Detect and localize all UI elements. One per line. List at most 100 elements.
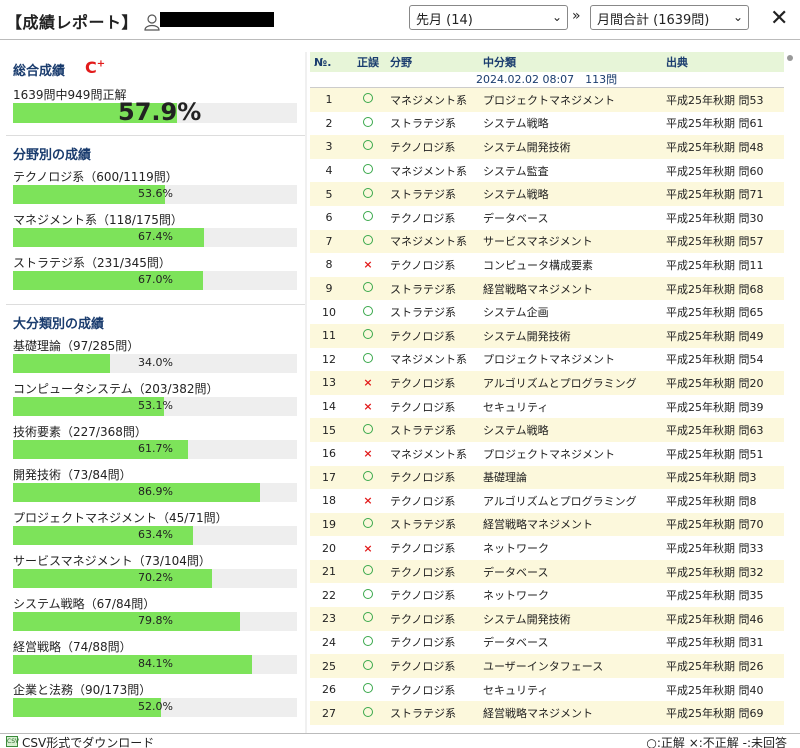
table-row[interactable]: 5 ストラテジ系 システム戦略 平成25年秋期 問71 bbox=[310, 182, 784, 206]
table-row[interactable]: 21 テクノロジ系 データベース 平成25年秋期 問32 bbox=[310, 559, 784, 584]
stat-label: テクノロジ系（600/1119問） bbox=[13, 170, 178, 184]
cell-field: テクノロジ系 bbox=[390, 258, 456, 272]
table-row[interactable]: 18 × テクノロジ系 アルゴリズムとプログラミング 平成25年秋期 問8 bbox=[310, 489, 784, 513]
cell-correct: × bbox=[348, 447, 388, 460]
csv-download-link[interactable]: CSV形式でダウンロード bbox=[22, 734, 154, 748]
stat-progress-bar: 67.0% bbox=[13, 271, 297, 290]
table-row[interactable]: 27 ストラテジ系 経営戦略マネジメント 平成25年秋期 問69 bbox=[310, 701, 784, 726]
correct-circle-icon bbox=[363, 659, 373, 670]
table-row[interactable]: 13 × テクノロジ系 アルゴリズムとプログラミング 平成25年秋期 問20 bbox=[310, 371, 784, 395]
cell-source: 平成25年秋期 問70 bbox=[666, 518, 764, 532]
cell-subcategory: サービスマネジメント bbox=[483, 235, 593, 249]
scrollbar-thumb[interactable] bbox=[787, 55, 793, 61]
table-row[interactable]: 17 テクノロジ系 基礎理論 平成25年秋期 問3 bbox=[310, 465, 784, 490]
cell-no: 16 bbox=[322, 447, 336, 461]
cell-subcategory: ネットワーク bbox=[483, 589, 549, 603]
cell-field: テクノロジ系 bbox=[390, 329, 456, 343]
stat-progress-bar: 53.6% bbox=[13, 185, 297, 204]
cell-source: 平成25年秋期 問54 bbox=[666, 353, 764, 367]
major-stat: サービスマネジメント（73/104問） 70.2% bbox=[13, 552, 297, 588]
stat-label: 技術要素（227/368問） bbox=[13, 425, 147, 439]
cell-source: 平成25年秋期 問49 bbox=[666, 329, 764, 343]
table-row[interactable]: 4 マネジメント系 システム監査 平成25年秋期 問60 bbox=[310, 159, 784, 183]
table-row[interactable]: 7 マネジメント系 サービスマネジメント 平成25年秋期 問57 bbox=[310, 229, 784, 254]
stat-progress-fill bbox=[13, 569, 213, 588]
table-row[interactable]: 1 マネジメント系 プロジェクトマネジメント 平成25年秋期 問53 bbox=[310, 88, 784, 112]
stat-percentage: 70.2% bbox=[138, 571, 173, 584]
cell-source: 平成25年秋期 問8 bbox=[666, 494, 757, 508]
table-row[interactable]: 14 × テクノロジ系 セキュリティ 平成25年秋期 問39 bbox=[310, 395, 784, 419]
correct-circle-icon bbox=[363, 164, 373, 175]
cell-no: 7 bbox=[325, 234, 333, 248]
cell-field: ストラテジ系 bbox=[390, 188, 456, 202]
cell-source: 平成25年秋期 問65 bbox=[666, 306, 764, 320]
cell-subcategory: セキュリティ bbox=[483, 683, 549, 697]
stat-progress-fill bbox=[13, 271, 204, 290]
cell-field: テクノロジ系 bbox=[390, 612, 456, 626]
table-row[interactable]: 8 × テクノロジ系 コンピュータ構成要素 平成25年秋期 問11 bbox=[310, 253, 784, 277]
results-table: №. 正誤 分野 中分類 出典 2024.02.02 08:07 113問 1 マ… bbox=[310, 52, 784, 732]
cell-subcategory: システム開発技術 bbox=[483, 612, 571, 626]
cell-subcategory: システム企画 bbox=[483, 306, 549, 320]
correct-circle-icon bbox=[363, 517, 373, 528]
divider bbox=[6, 304, 305, 305]
csv-file-icon[interactable]: CSV bbox=[6, 736, 19, 747]
aggregate-select[interactable]: 月間合計 (1639問) ⌄ bbox=[590, 5, 749, 30]
table-row[interactable]: 19 ストラテジ系 経営戦略マネジメント 平成25年秋期 問70 bbox=[310, 512, 784, 537]
correct-circle-icon bbox=[363, 423, 373, 434]
cell-field: テクノロジ系 bbox=[390, 542, 456, 556]
cell-no: 18 bbox=[322, 494, 336, 508]
cell-field: ストラテジ系 bbox=[390, 282, 456, 296]
table-row[interactable]: 6 テクノロジ系 データベース 平成25年秋期 問30 bbox=[310, 206, 784, 230]
stat-progress-bar: 61.7% bbox=[13, 440, 297, 459]
cell-field: テクノロジ系 bbox=[390, 471, 456, 485]
cell-no: 4 bbox=[325, 164, 333, 178]
table-row[interactable]: 24 テクノロジ系 データベース 平成25年秋期 問31 bbox=[310, 631, 784, 655]
cell-field: ストラテジ系 bbox=[390, 518, 456, 532]
table-row[interactable]: 20 × テクノロジ系 ネットワーク 平成25年秋期 問33 bbox=[310, 536, 784, 560]
table-row[interactable]: 3 テクノロジ系 システム開発技術 平成25年秋期 問48 bbox=[310, 135, 784, 159]
cell-field: テクノロジ系 bbox=[390, 400, 456, 414]
table-row[interactable]: 25 テクノロジ系 ユーザーインタフェース 平成25年秋期 問26 bbox=[310, 654, 784, 678]
chevron-down-icon: ⌄ bbox=[732, 10, 743, 24]
close-icon[interactable]: ✕ bbox=[770, 6, 788, 31]
cell-correct bbox=[348, 423, 388, 437]
stats-panel: 総合成績 C+ 1639問中949問正解 57.9% 分野別の成績 テクノロジ系… bbox=[0, 52, 305, 734]
left-scrollbar[interactable] bbox=[305, 52, 307, 734]
correct-circle-icon bbox=[363, 140, 373, 151]
cell-correct bbox=[348, 352, 388, 366]
table-row[interactable]: 15 ストラテジ系 システム戦略 平成25年秋期 問63 bbox=[310, 418, 784, 442]
table-header: №. 正誤 分野 中分類 出典 bbox=[310, 52, 784, 72]
stat-progress-bar: 70.2% bbox=[13, 569, 297, 588]
cell-no: 24 bbox=[322, 635, 336, 649]
cell-subcategory: システム監査 bbox=[483, 164, 549, 178]
table-row[interactable]: 22 テクノロジ系 ネットワーク 平成25年秋期 問35 bbox=[310, 583, 784, 607]
table-row[interactable]: 9 ストラテジ系 経営戦略マネジメント 平成25年秋期 問68 bbox=[310, 276, 784, 301]
cell-subcategory: 経営戦略マネジメント bbox=[483, 282, 593, 296]
month-select[interactable]: 先月 (14) ⌄ bbox=[409, 5, 568, 30]
table-row[interactable]: 26 テクノロジ系 セキュリティ 平成25年秋期 問40 bbox=[310, 678, 784, 702]
incorrect-cross-icon: × bbox=[363, 541, 373, 555]
correct-circle-icon bbox=[363, 305, 373, 316]
cell-correct bbox=[348, 187, 388, 201]
grade-badge: C+ bbox=[85, 58, 106, 77]
header-correct: 正誤 bbox=[357, 56, 379, 69]
table-row[interactable]: 12 マネジメント系 プロジェクトマネジメント 平成25年秋期 問54 bbox=[310, 348, 784, 372]
table-row[interactable]: 10 ストラテジ系 システム企画 平成25年秋期 問65 bbox=[310, 300, 784, 324]
major-stat: 企業と法務（90/173問） 52.0% bbox=[13, 681, 297, 717]
table-row[interactable]: 11 テクノロジ系 システム開発技術 平成25年秋期 問49 bbox=[310, 323, 784, 348]
cell-correct bbox=[348, 164, 388, 177]
stat-progress-fill bbox=[13, 483, 260, 502]
stat-percentage: 53.6% bbox=[138, 187, 173, 200]
cell-subcategory: 経営戦略マネジメント bbox=[483, 707, 593, 721]
table-row[interactable]: 2 ストラテジ系 システム戦略 平成25年秋期 問61 bbox=[310, 112, 784, 136]
stat-percentage: 84.1% bbox=[138, 657, 173, 670]
cell-correct bbox=[348, 635, 388, 649]
correct-circle-icon bbox=[363, 612, 373, 623]
table-row[interactable]: 23 テクノロジ系 システム開発技術 平成25年秋期 問46 bbox=[310, 607, 784, 631]
correct-circle-icon bbox=[363, 683, 373, 694]
cell-no: 6 bbox=[325, 211, 333, 225]
table-row[interactable]: 16 × マネジメント系 プロジェクトマネジメント 平成25年秋期 問51 bbox=[310, 442, 784, 466]
stat-progress-bar: 52.0% bbox=[13, 698, 297, 717]
cell-field: マネジメント系 bbox=[390, 353, 467, 367]
